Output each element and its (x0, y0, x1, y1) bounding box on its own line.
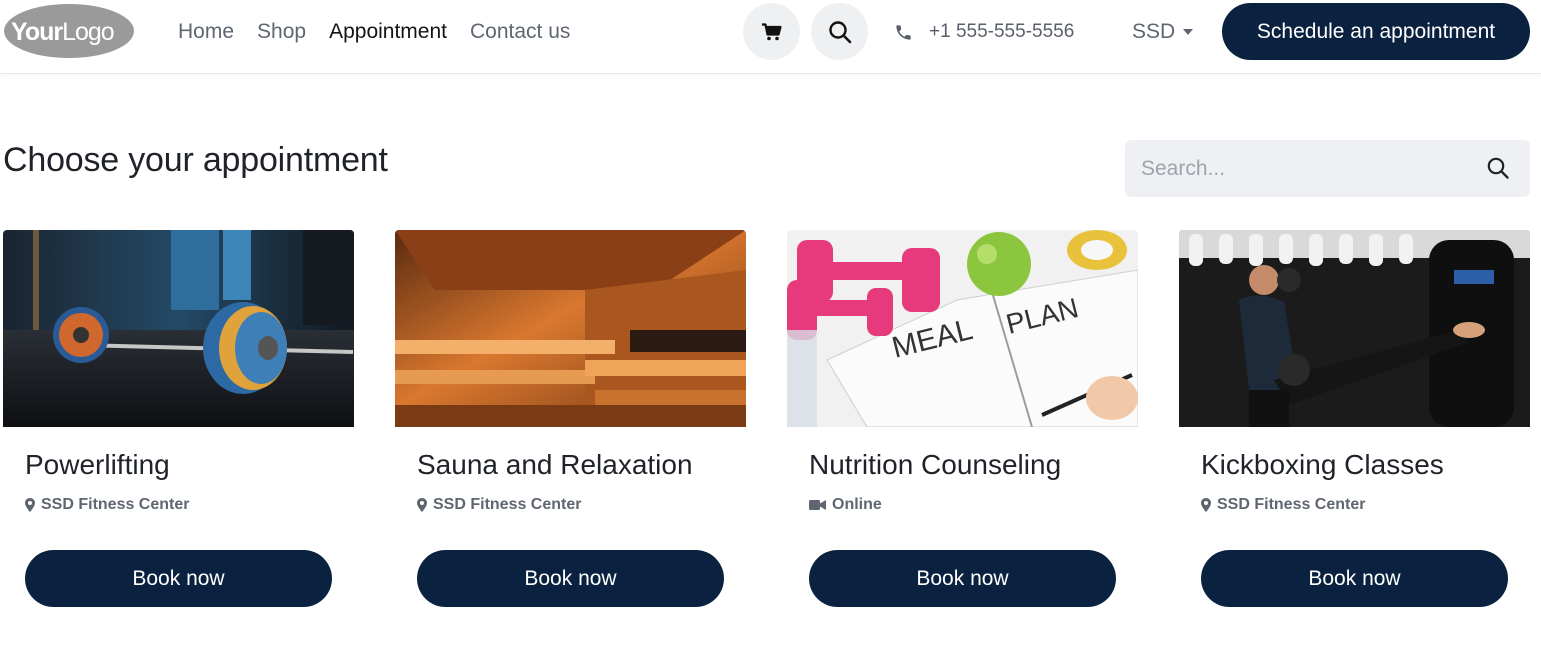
appointment-search (1125, 140, 1530, 197)
site-logo[interactable]: YourLogo (3, 3, 135, 59)
card-location-label: SSD Fitness Center (433, 496, 582, 513)
phone-icon (896, 24, 911, 40)
card-title: Kickboxing Classes (1201, 449, 1444, 480)
card-location-label: Online (832, 496, 882, 513)
appointment-card: Powerlifting SSD Fitness Center Book now (3, 230, 354, 630)
card-location: Online (809, 496, 882, 514)
currency-selector[interactable]: SSD (1132, 18, 1194, 46)
logo-text: YourLogo (11, 18, 114, 46)
nav-home[interactable]: Home (178, 20, 234, 44)
appointment-card: MEAL PLAN Nutrition Counseling Online Bo… (787, 230, 1138, 630)
video-camera-icon (809, 500, 826, 510)
card-title: Nutrition Counseling (809, 449, 1062, 480)
site-header: YourLogo Home Shop Appointment Contact u… (0, 0, 1541, 74)
book-now-button[interactable]: Book now (1201, 550, 1508, 607)
nav-contact-us[interactable]: Contact us (470, 20, 570, 44)
page-title: Choose your appointment (3, 141, 388, 179)
search-icon (828, 20, 851, 43)
cart-button[interactable] (743, 3, 800, 60)
chevron-down-icon (1183, 29, 1194, 35)
appointment-card: Sauna and Relaxation SSD Fitness Center … (395, 230, 746, 630)
currency-label: SSD (1132, 20, 1176, 43)
search-input[interactable] (1141, 154, 1471, 184)
book-now-button[interactable]: Book now (417, 550, 724, 607)
map-marker-icon (1201, 498, 1211, 512)
card-location-label: SSD Fitness Center (41, 496, 190, 513)
map-marker-icon (25, 498, 35, 512)
nav-shop[interactable]: Shop (257, 20, 306, 44)
book-now-button[interactable]: Book now (25, 550, 332, 607)
card-location-label: SSD Fitness Center (1217, 496, 1366, 513)
card-location: SSD Fitness Center (417, 496, 581, 514)
map-marker-icon (417, 498, 427, 512)
kickboxing-image[interactable] (1179, 230, 1530, 427)
appointment-card: Kickboxing Classes SSD Fitness Center Bo… (1179, 230, 1530, 630)
phone-number: +1 555-555-5556 (929, 21, 1075, 42)
phone-contact[interactable]: +1 555-555-5556 (894, 20, 1074, 44)
nutrition-image[interactable]: MEAL PLAN (787, 230, 1138, 427)
main-nav: Home Shop Appointment Contact us (178, 16, 570, 48)
header-search-button[interactable] (811, 3, 868, 60)
cart-icon (761, 22, 782, 40)
book-now-button[interactable]: Book now (809, 550, 1116, 607)
card-location: SSD Fitness Center (1201, 496, 1365, 514)
sauna-image[interactable] (395, 230, 746, 427)
card-title: Powerlifting (25, 449, 170, 480)
powerlifting-image[interactable] (3, 230, 354, 427)
card-location: SSD Fitness Center (25, 496, 189, 514)
search-icon[interactable] (1486, 156, 1510, 180)
card-title: Sauna and Relaxation (417, 449, 693, 480)
nav-appointment[interactable]: Appointment (329, 20, 447, 44)
schedule-appointment-button[interactable]: Schedule an appointment (1222, 3, 1530, 60)
